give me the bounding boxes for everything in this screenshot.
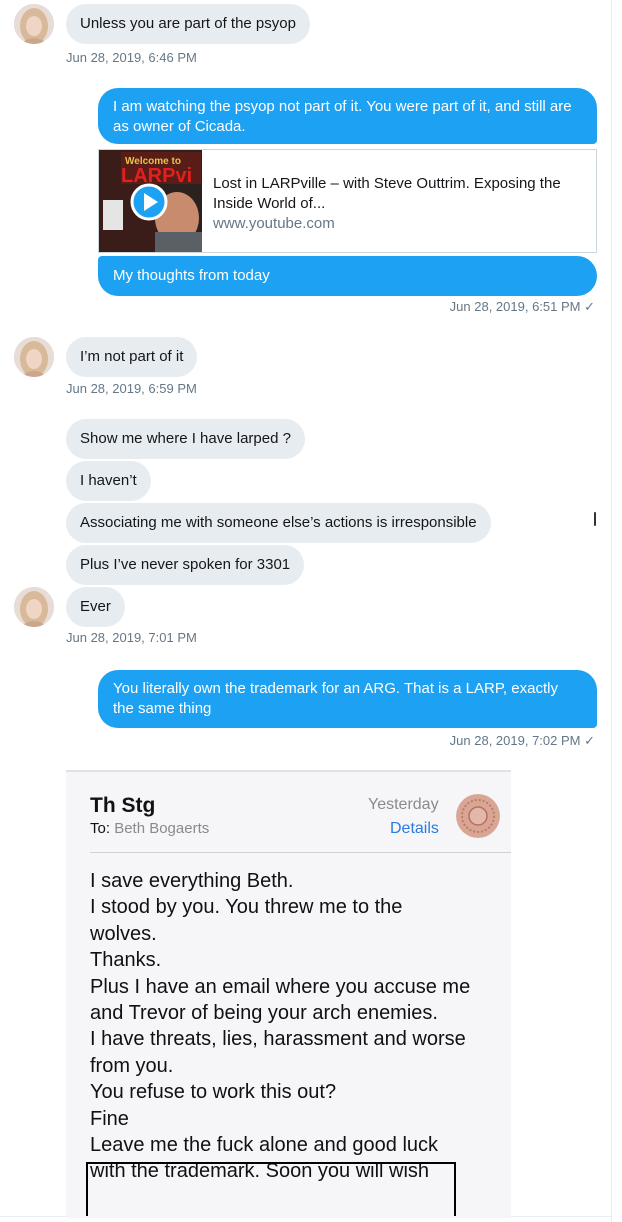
email-body-line: Fine	[90, 1107, 129, 1130]
avatar[interactable]	[14, 587, 54, 627]
message-timestamp: Jun 28, 2019, 6:59 PM	[66, 381, 197, 396]
highlight-box	[86, 1162, 456, 1216]
email-to-name: Beth Bogaerts	[114, 820, 210, 837]
email-recipient: To: Beth Bogaerts	[90, 820, 209, 837]
message-timestamp: Jun 28, 2019, 6:46 PM	[66, 50, 197, 65]
message-timestamp: Jun 28, 2019, 7:01 PM	[66, 630, 197, 645]
email-body-line: Thanks.	[90, 949, 162, 972]
link-card[interactable]: Welcome to LARPvi Lost in LARPville – wi…	[98, 149, 597, 253]
message-bubble[interactable]: You literally own the trademark for an A…	[98, 670, 597, 728]
email-divider	[90, 852, 511, 853]
message-timestamp: Jun 28, 2019, 6:51 PM ✓	[449, 299, 595, 314]
message-bubble[interactable]: Show me where I have larped ?	[66, 419, 305, 459]
email-body-line: from you.	[90, 1054, 174, 1077]
email-screenshot-image[interactable]: Th Stg To: Beth Bogaerts Yesterday Detai…	[66, 770, 511, 1218]
message-timestamp: Jun 28, 2019, 7:02 PM ✓	[449, 733, 595, 748]
message-bubble[interactable]: I’m not part of it	[66, 337, 198, 377]
panel-right-border	[611, 0, 612, 1222]
message-bubble[interactable]: Associating me with someone else’s actio…	[66, 503, 491, 543]
sender-avatar	[456, 794, 500, 838]
email-body-line: and Trevor of being your arch enemies.	[90, 1002, 438, 1025]
message-bubble[interactable]: Unless you are part of the psyop	[66, 4, 310, 44]
text-cursor	[594, 512, 596, 526]
email-sender: Th Stg	[90, 794, 156, 817]
email-body-line: Plus I have an email where you accuse me	[90, 975, 471, 998]
message-bubble[interactable]: Ever	[66, 587, 125, 627]
video-thumbnail[interactable]: Welcome to LARPvi	[99, 150, 202, 252]
email-body-line: I stood by you. You threw me to the	[90, 896, 403, 919]
email-date: Yesterday	[368, 796, 439, 813]
email-to-label: To:	[90, 820, 111, 837]
email-body-line: I have threats, lies, harassment and wor…	[90, 1028, 466, 1051]
email-body-line: You refuse to work this out?	[90, 1081, 337, 1104]
thumbnail-text: LARPvi	[121, 165, 192, 187]
email-body: I save everything Beth. I stood by you. …	[90, 868, 510, 1185]
avatar[interactable]	[14, 4, 54, 44]
email-body-line: I save everything Beth.	[90, 870, 294, 892]
card-title[interactable]: Lost in LARPville – with Steve Outtrim. …	[213, 174, 583, 214]
email-body-line: Leave me the fuck alone and good luck	[90, 1134, 439, 1157]
email-body-line: wolves.	[90, 922, 157, 945]
message-bubble[interactable]: My thoughts from today	[98, 256, 597, 296]
message-bubble[interactable]: I am watching the psyop not part of it. …	[98, 88, 597, 144]
message-bubble[interactable]: Plus I’ve never spoken for 3301	[66, 545, 305, 585]
avatar[interactable]	[14, 337, 54, 377]
card-domain: www.youtube.com	[213, 215, 335, 232]
message-bubble[interactable]: I haven’t	[66, 461, 151, 501]
email-details-link: Details	[390, 820, 439, 837]
